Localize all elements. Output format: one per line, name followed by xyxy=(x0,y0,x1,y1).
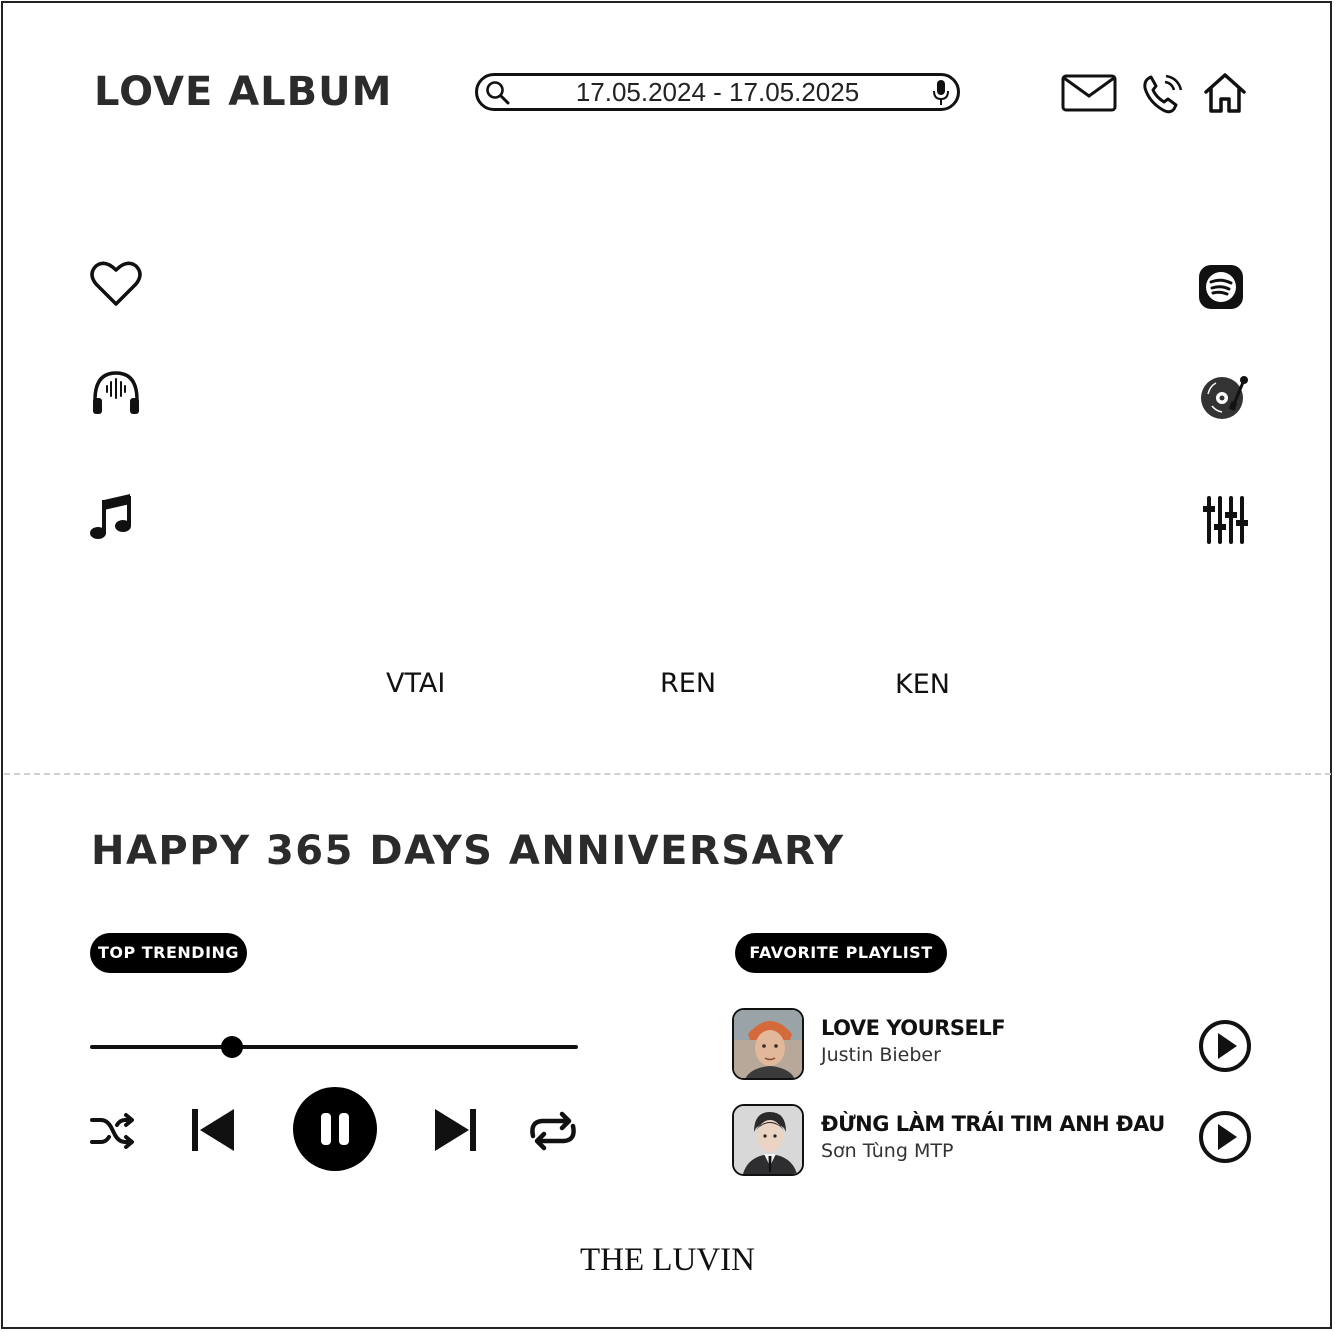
song-title: LOVE YOURSELF xyxy=(821,1016,1006,1040)
search-bar[interactable]: 17.05.2024 - 17.05.2025 xyxy=(475,73,960,111)
shuffle-icon[interactable] xyxy=(89,1111,137,1156)
playlist-row-1[interactable]: LOVE YOURSELF Justin Bieber xyxy=(732,1008,1252,1084)
heart-icon[interactable] xyxy=(90,260,142,313)
progress-knob[interactable] xyxy=(220,1036,243,1058)
turntable-icon[interactable] xyxy=(1200,374,1252,427)
next-icon[interactable] xyxy=(433,1108,479,1157)
music-note-icon[interactable] xyxy=(89,492,135,547)
microphone-icon[interactable] xyxy=(931,79,951,112)
progress-track[interactable] xyxy=(90,1045,578,1049)
phone-icon[interactable] xyxy=(1141,72,1187,121)
previous-icon[interactable] xyxy=(190,1108,236,1157)
headphones-icon[interactable] xyxy=(90,368,142,423)
play-button[interactable] xyxy=(1198,1019,1252,1078)
album-thumbnail xyxy=(732,1008,804,1080)
song-title: ĐỪNG LÀM TRÁI TIM ANH ĐAU xyxy=(821,1112,1165,1136)
person-label-ken: KEN xyxy=(895,669,950,700)
pause-button[interactable] xyxy=(292,1086,378,1177)
page-title: LOVE ALBUM xyxy=(94,69,393,115)
person-label-vtai: VTAI xyxy=(386,668,446,699)
spotify-icon[interactable] xyxy=(1198,264,1244,315)
song-artist: Justin Bieber xyxy=(821,1044,941,1066)
mail-icon[interactable] xyxy=(1061,74,1117,117)
repeat-icon[interactable] xyxy=(526,1110,580,1157)
song-artist: Sơn Tùng MTP xyxy=(821,1140,954,1162)
anniversary-headline: HAPPY 365 DAYS ANNIVERSARY xyxy=(91,828,845,874)
album-thumbnail xyxy=(732,1104,804,1176)
play-button[interactable] xyxy=(1198,1110,1252,1169)
home-icon[interactable] xyxy=(1203,72,1247,119)
section-divider xyxy=(4,773,1331,775)
top-trending-badge[interactable]: TOP TRENDING xyxy=(90,933,247,973)
person-label-ren: REN xyxy=(660,668,717,699)
search-input[interactable]: 17.05.2024 - 17.05.2025 xyxy=(478,76,957,108)
footer-brand: THE LUVIN xyxy=(579,1242,756,1278)
playlist-row-2[interactable]: ĐỪNG LÀM TRÁI TIM ANH ĐAU Sơn Tùng MTP xyxy=(732,1104,1252,1180)
equalizer-icon[interactable] xyxy=(1202,494,1248,551)
favorite-playlist-badge[interactable]: FAVORITE PLAYLIST xyxy=(735,933,947,973)
